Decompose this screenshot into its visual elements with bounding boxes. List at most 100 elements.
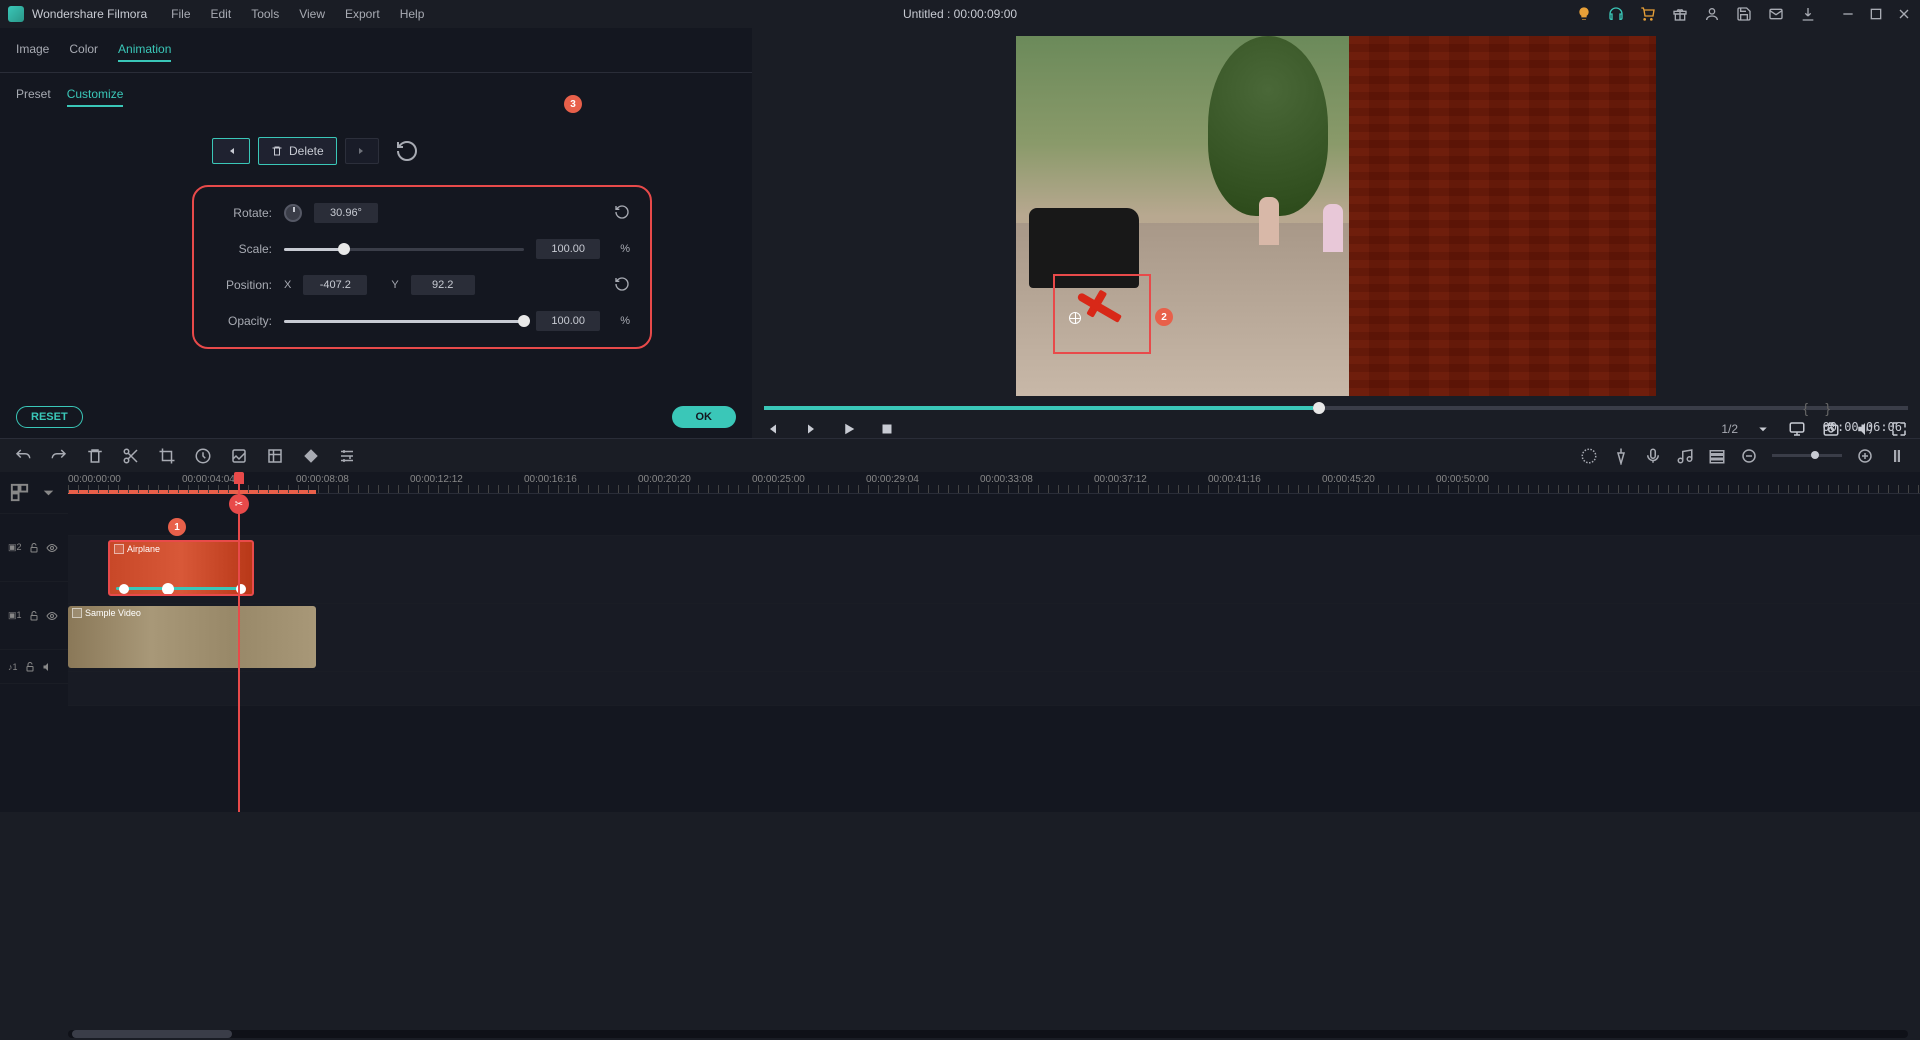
speed-icon[interactable]	[194, 447, 212, 465]
preview-panel: 2 { } 1/2 00:00:06:06	[752, 28, 1920, 438]
subtab-preset[interactable]: Preset	[16, 83, 51, 107]
quality-dropdown-icon[interactable]	[1754, 420, 1772, 438]
scale-input[interactable]	[536, 239, 600, 259]
lock-icon[interactable]	[28, 610, 40, 622]
opacity-slider[interactable]	[284, 320, 524, 323]
overlay-clip[interactable]: Airplane	[108, 540, 254, 596]
app-name: Wondershare Filmora	[32, 7, 147, 21]
crop-icon[interactable]	[158, 447, 176, 465]
keyframe-icon[interactable]	[302, 447, 320, 465]
tab-color[interactable]: Color	[69, 38, 98, 62]
timeline-scrollbar[interactable]	[68, 1030, 1908, 1038]
rotate-knob[interactable]	[284, 204, 302, 222]
close-icon[interactable]	[1896, 6, 1912, 22]
zoom-out-icon[interactable]	[1740, 447, 1758, 465]
save-icon[interactable]	[1736, 6, 1752, 22]
playhead[interactable]: ✂	[238, 472, 240, 812]
annotation-badge-2: 2	[1155, 308, 1173, 326]
download-icon[interactable]	[1800, 6, 1816, 22]
delete-icon[interactable]	[86, 447, 104, 465]
play-button[interactable]	[840, 420, 858, 438]
track-manager-icon[interactable]	[1708, 447, 1726, 465]
mute-icon[interactable]	[42, 661, 54, 673]
menu-tools[interactable]: Tools	[251, 7, 279, 21]
main-menu: File Edit Tools View Export Help	[171, 7, 424, 21]
video-track[interactable]: Sample Video	[68, 604, 1920, 672]
eye-icon[interactable]	[46, 610, 58, 622]
maximize-icon[interactable]	[1868, 6, 1884, 22]
preview-scrubber[interactable]: { }	[764, 406, 1908, 410]
delete-label: Delete	[289, 144, 324, 158]
selection-box[interactable]: 2	[1053, 274, 1151, 354]
scale-slider[interactable]	[284, 248, 524, 251]
video-track-header[interactable]: ▣1	[0, 582, 68, 650]
video-clip[interactable]: Sample Video	[68, 606, 316, 668]
render-icon[interactable]	[1580, 447, 1598, 465]
zoom-slider[interactable]	[1772, 454, 1842, 457]
timeline-ruler[interactable]: 00:00:00:00 00:00:04:04 00:00:08:08 00:0…	[68, 472, 1920, 494]
display-icon[interactable]	[1788, 420, 1806, 438]
stop-button[interactable]	[878, 420, 896, 438]
opacity-unit: %	[620, 315, 630, 327]
overlay-track-header[interactable]: ▣2	[0, 514, 68, 582]
voiceover-icon[interactable]	[1644, 447, 1662, 465]
eye-icon[interactable]	[46, 542, 58, 554]
undo-icon[interactable]	[14, 447, 32, 465]
split-icon[interactable]	[122, 447, 140, 465]
prev-keyframe-button[interactable]	[212, 138, 250, 164]
marker-icon[interactable]	[1612, 447, 1630, 465]
menu-view[interactable]: View	[299, 7, 325, 21]
mail-icon[interactable]	[1768, 6, 1784, 22]
reset-button[interactable]: RESET	[16, 406, 83, 428]
preview-viewport[interactable]: 2	[1016, 36, 1656, 396]
adjust-icon[interactable]	[338, 447, 356, 465]
minimize-icon[interactable]	[1840, 6, 1856, 22]
next-keyframe-button[interactable]	[345, 138, 379, 164]
mixer-icon[interactable]	[1676, 447, 1694, 465]
lock-icon[interactable]	[28, 542, 40, 554]
prev-frame-button[interactable]	[764, 420, 782, 438]
preview-quality[interactable]: 1/2	[1721, 422, 1738, 436]
opacity-input[interactable]	[536, 311, 600, 331]
audio-icon[interactable]	[374, 447, 392, 465]
tab-image[interactable]: Image	[16, 38, 49, 62]
scale-unit: %	[620, 243, 630, 255]
headphones-icon[interactable]	[1608, 6, 1624, 22]
menu-help[interactable]: Help	[400, 7, 425, 21]
reset-keyframes-icon[interactable]	[395, 139, 419, 163]
menu-file[interactable]: File	[171, 7, 190, 21]
idea-icon[interactable]	[1576, 6, 1592, 22]
airplane-overlay[interactable]	[1071, 282, 1136, 337]
menu-export[interactable]: Export	[345, 7, 380, 21]
zoom-in-icon[interactable]	[1856, 447, 1874, 465]
timeline-options-button[interactable]	[0, 472, 68, 514]
position-reset-icon[interactable]	[614, 276, 630, 295]
gift-icon[interactable]	[1672, 6, 1688, 22]
audio-track-header[interactable]: ♪1	[0, 650, 68, 684]
timeline: ▣2 ▣1 ♪1 00:00:00:00 00:00:04:04 00:00:0…	[0, 472, 1920, 812]
user-icon[interactable]	[1704, 6, 1720, 22]
next-frame-button[interactable]	[802, 420, 820, 438]
tab-animation[interactable]: Animation	[118, 38, 171, 62]
color-icon[interactable]	[230, 447, 248, 465]
properties-panel: Image Color Animation Preset Customize D…	[0, 28, 752, 438]
rotate-input[interactable]	[314, 203, 378, 223]
lock-icon[interactable]	[24, 661, 36, 673]
overlay-track[interactable]: 1 Airplane	[68, 536, 1920, 604]
position-x-input[interactable]	[303, 275, 367, 295]
green-screen-icon[interactable]	[266, 447, 284, 465]
redo-icon[interactable]	[50, 447, 68, 465]
cart-icon[interactable]	[1640, 6, 1656, 22]
opacity-label: Opacity:	[214, 314, 272, 328]
ok-button[interactable]: OK	[672, 406, 737, 428]
zoom-fit-icon[interactable]	[1888, 447, 1906, 465]
position-label: Position:	[214, 278, 272, 292]
position-y-input[interactable]	[411, 275, 475, 295]
origin-marker-icon[interactable]	[1069, 312, 1081, 324]
delete-keyframe-button[interactable]: Delete	[258, 137, 337, 165]
subtab-customize[interactable]: Customize	[67, 83, 124, 107]
audio-track[interactable]	[68, 672, 1920, 706]
scissors-icon[interactable]: ✂	[229, 494, 249, 514]
rotate-reset-icon[interactable]	[614, 204, 630, 223]
menu-edit[interactable]: Edit	[211, 7, 232, 21]
